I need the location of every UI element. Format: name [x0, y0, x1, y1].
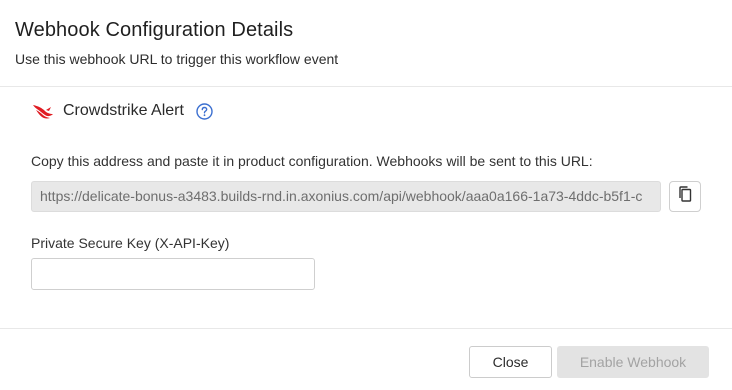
api-key-input[interactable]	[31, 258, 315, 290]
crowdstrike-logo-icon	[32, 102, 54, 120]
copy-icon	[678, 186, 692, 207]
webhook-config-dialog: Webhook Configuration Details Use this w…	[0, 0, 732, 390]
dialog-subtitle: Use this webhook URL to trigger this wor…	[15, 51, 339, 67]
dialog-footer: Close Enable Webhook	[0, 328, 732, 390]
webhook-url-field[interactable]: https://delicate-bonus-a3483.builds-rnd.…	[31, 181, 661, 212]
close-button[interactable]: Close	[469, 346, 552, 378]
url-instruction-text: Copy this address and paste it in produc…	[31, 153, 593, 169]
dialog-header: Webhook Configuration Details Use this w…	[0, 0, 732, 87]
dialog-title: Webhook Configuration Details	[15, 19, 294, 41]
integration-header: Crowdstrike Alert	[32, 100, 213, 122]
enable-webhook-button[interactable]: Enable Webhook	[557, 346, 709, 378]
help-question-icon[interactable]	[196, 102, 213, 120]
api-key-label: Private Secure Key (X-API-Key)	[31, 235, 230, 251]
integration-name: Crowdstrike Alert	[63, 102, 184, 119]
copy-url-button[interactable]	[669, 181, 701, 212]
